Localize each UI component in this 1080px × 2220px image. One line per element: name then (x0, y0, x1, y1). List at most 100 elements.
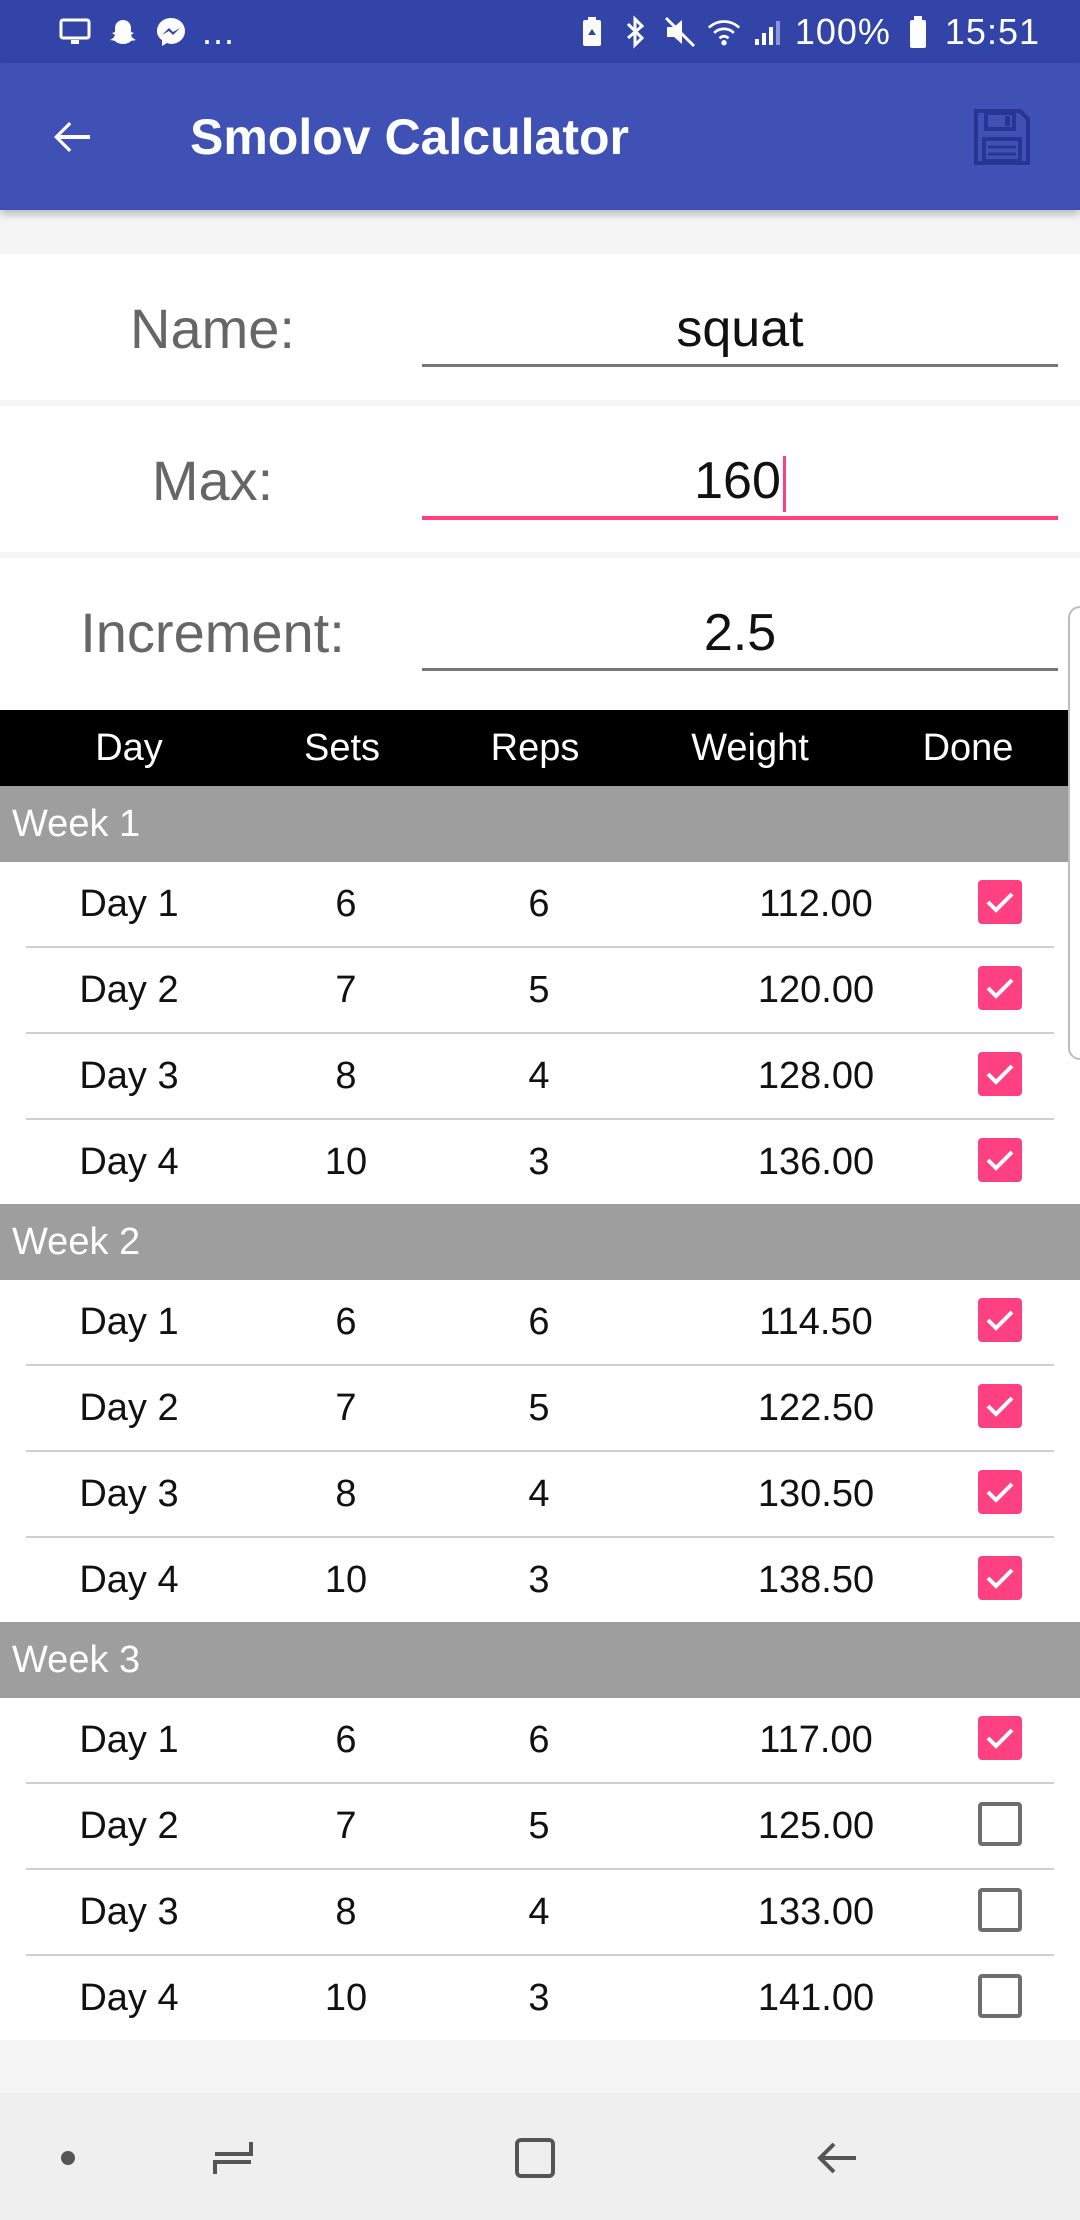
week-header: Week 3 (0, 1622, 1080, 1698)
weight-cell: 136.00 (757, 1141, 875, 1183)
day-cell: Day 3 (79, 1055, 179, 1097)
nav-dot-button[interactable] (33, 2123, 103, 2193)
day-cell: Day 2 (79, 969, 179, 1011)
app-bar: Smolov Calculator (0, 63, 1080, 210)
sets-cell: 7 (335, 969, 357, 1011)
column-header-reps: Reps (490, 727, 580, 769)
done-checkbox[interactable] (978, 1470, 1022, 1514)
done-checkbox[interactable] (978, 1384, 1022, 1428)
done-checkbox-cell (978, 1556, 1026, 1604)
check-icon (986, 1728, 1014, 1749)
weight-cell: 133.00 (757, 1891, 875, 1933)
navigation-bar (0, 2093, 1080, 2220)
back-button[interactable] (36, 101, 108, 173)
reps-cell: 4 (528, 1473, 550, 1515)
week-header: Week 2 (0, 1204, 1080, 1280)
done-checkbox-cell (978, 1470, 1026, 1518)
column-header-sets: Sets (303, 727, 381, 769)
home-icon (515, 2138, 555, 2178)
battery-icon (901, 15, 935, 49)
column-header-done: Done (922, 727, 1014, 769)
table-row: Day 1 6 6 112.00 (26, 862, 1054, 948)
done-checkbox-cell (978, 1888, 1026, 1936)
done-checkbox[interactable] (978, 880, 1022, 924)
reps-cell: 4 (528, 1055, 550, 1097)
weight-cell: 128.00 (757, 1055, 875, 1097)
name-row: Name: squat (0, 254, 1080, 400)
done-checkbox[interactable] (978, 1974, 1022, 2018)
weight-cell: 117.00 (759, 1719, 873, 1761)
sets-cell: 7 (335, 1387, 357, 1429)
sets-cell: 10 (324, 1977, 368, 2019)
check-icon (986, 1482, 1014, 1503)
done-checkbox[interactable] (978, 1716, 1022, 1760)
text-cursor (782, 456, 786, 513)
table-row: Day 2 7 5 120.00 (26, 948, 1054, 1034)
table-header: Day Sets Reps Weight Done (0, 710, 1080, 786)
done-checkbox[interactable] (978, 1802, 1022, 1846)
more-notifications: ... (202, 11, 236, 52)
back-nav-button[interactable] (803, 2123, 873, 2193)
weight-cell: 138.50 (757, 1559, 875, 1601)
done-checkbox-cell (978, 1138, 1026, 1186)
done-checkbox[interactable] (978, 966, 1022, 1010)
increment-field[interactable]: 2.5 (422, 598, 1058, 671)
messenger-icon (154, 15, 188, 49)
reps-cell: 3 (528, 1977, 550, 2019)
sets-cell: 10 (324, 1559, 368, 1601)
max-value: 160 (694, 452, 781, 510)
workout-list: Week 1 Day 1 6 6 112.00 Day 2 7 5 120.00 Day 3 8 4 1… (0, 786, 1080, 2040)
reps-cell: 3 (528, 1559, 550, 1601)
sets-cell: 8 (335, 1891, 357, 1933)
snapchat-icon (106, 15, 140, 49)
check-icon (986, 1064, 1014, 1085)
weight-cell: 122.50 (757, 1387, 875, 1429)
weight-cell: 120.00 (757, 969, 875, 1011)
day-cell: Day 2 (79, 1805, 179, 1847)
status-time: 15:51 (944, 11, 1040, 52)
done-checkbox-cell (978, 1052, 1026, 1100)
floppy-save-icon (974, 109, 1030, 165)
back-icon (817, 2142, 856, 2174)
save-button[interactable] (964, 99, 1040, 175)
weight-cell: 112.00 (759, 883, 873, 925)
column-header-day: Day (95, 727, 163, 769)
day-cell: Day 1 (79, 1719, 179, 1761)
scrollbar[interactable] (1068, 606, 1080, 1060)
done-checkbox[interactable] (978, 1138, 1022, 1182)
done-checkbox-cell (978, 880, 1026, 928)
done-checkbox[interactable] (978, 1298, 1022, 1342)
recent-apps-icon (213, 2142, 253, 2174)
bluetooth-icon (619, 15, 653, 49)
done-checkbox-cell (978, 966, 1026, 1014)
check-icon (986, 1310, 1014, 1331)
reps-cell: 6 (528, 1301, 550, 1343)
sets-cell: 7 (335, 1805, 357, 1847)
name-field[interactable]: squat (422, 294, 1058, 367)
day-cell: Day 1 (79, 1301, 179, 1343)
recent-apps-button[interactable] (198, 2123, 268, 2193)
reps-cell: 5 (528, 969, 550, 1011)
day-cell: Day 3 (79, 1473, 179, 1515)
done-checkbox[interactable] (978, 1556, 1022, 1600)
increment-row: Increment: 2.5 (0, 558, 1080, 710)
home-button[interactable] (500, 2123, 570, 2193)
sets-cell: 6 (335, 1719, 357, 1761)
check-icon (986, 892, 1014, 913)
table-row: Day 2 7 5 122.50 (26, 1366, 1054, 1452)
done-checkbox[interactable] (978, 1888, 1022, 1932)
weight-cell: 141.00 (757, 1977, 875, 2019)
done-checkbox-cell (978, 1974, 1026, 2022)
table-row: Day 4 10 3 141.00 (26, 1956, 1054, 2040)
max-field[interactable]: 160 (422, 446, 1058, 520)
day-cell: Day 2 (79, 1387, 179, 1429)
done-checkbox[interactable] (978, 1052, 1022, 1096)
check-icon (986, 1568, 1014, 1589)
arrow-back-icon (54, 122, 90, 152)
day-cell: Day 4 (79, 1559, 179, 1601)
weight-cell: 114.50 (759, 1301, 873, 1343)
sets-cell: 8 (335, 1055, 357, 1097)
reps-cell: 4 (528, 1891, 550, 1933)
column-header-weight: Weight (691, 727, 809, 769)
max-label: Max: (151, 449, 274, 512)
